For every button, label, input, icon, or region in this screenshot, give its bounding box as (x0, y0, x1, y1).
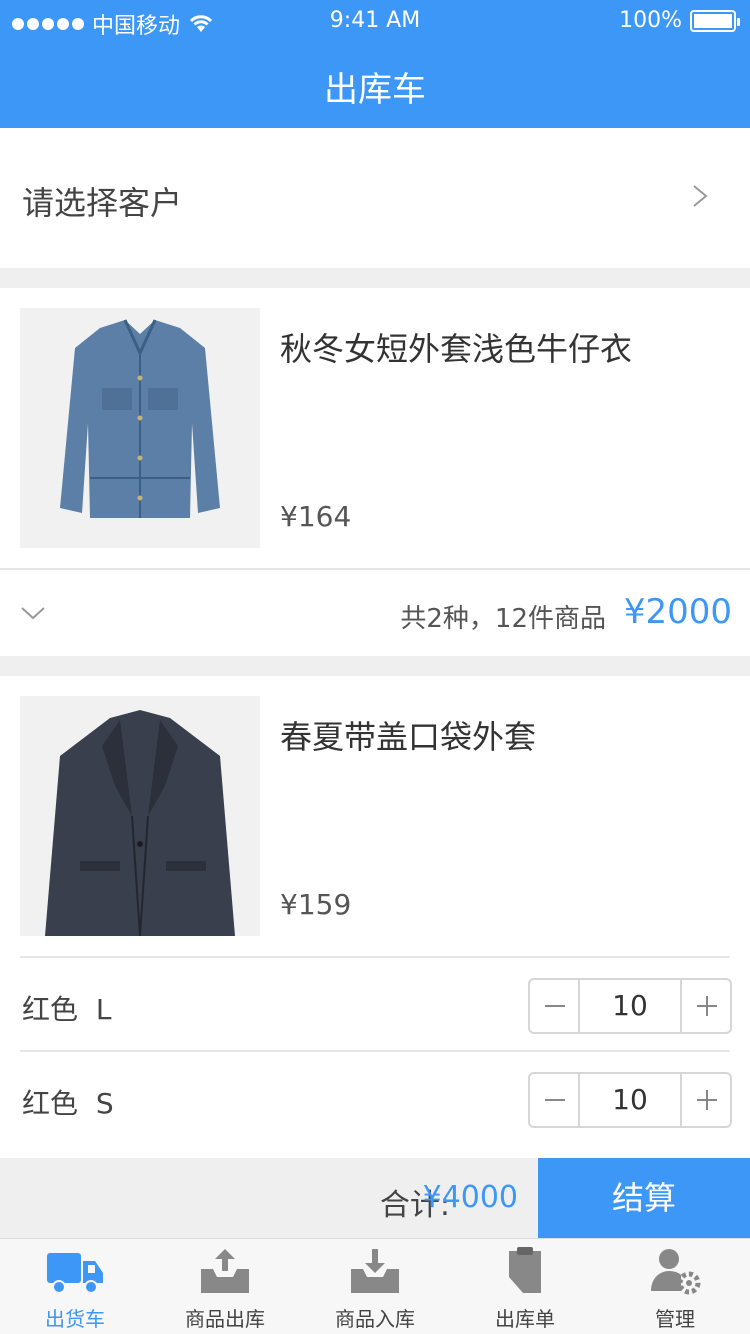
tab-label: 商品出库 (185, 1307, 265, 1331)
product-card: 春夏带盖口袋外套 ¥159 (0, 676, 750, 956)
variant-row: 红色 S 10 (0, 1050, 750, 1158)
variant-color: 红色 (22, 1087, 79, 1120)
tab-label: 出货车 (45, 1307, 105, 1331)
tab-label: 管理 (655, 1307, 695, 1331)
variant-color: 红色 (22, 993, 79, 1026)
product-price: ¥159 (280, 888, 352, 921)
tab-label: 出库单 (495, 1307, 555, 1331)
box-upload-icon (201, 1249, 249, 1293)
product-summary-row[interactable]: 共2种，12件商品 ¥2000 (0, 568, 750, 656)
plus-icon (697, 1090, 717, 1110)
variant-size: S (95, 1087, 114, 1120)
quantity-input[interactable]: 10 (580, 1074, 680, 1126)
quantity-stepper: 10 (528, 1072, 732, 1128)
checkout-button[interactable]: 结算 (538, 1158, 750, 1238)
variant-label: 红色 L (22, 988, 111, 1028)
page-title: 出库车 (324, 70, 426, 110)
status-bar: 中国移动 9:41 AM 100% (0, 0, 750, 44)
product-image-blazer (20, 696, 260, 937)
document-icon (509, 1247, 541, 1293)
battery-icon (690, 9, 740, 32)
variant-label: 红色 S (22, 1082, 114, 1122)
minus-icon (545, 1005, 565, 1007)
tab-bar: 出货车 商品出库 商品入库 出库单 管理 (0, 1238, 750, 1334)
total-amount: ¥4000 (422, 1180, 518, 1215)
variant-size: L (95, 993, 112, 1026)
product-price: ¥164 (280, 500, 352, 533)
decrease-button[interactable] (530, 980, 580, 1032)
plus-icon (697, 996, 717, 1016)
quantity-stepper: 10 (528, 978, 732, 1034)
user-settings-icon (651, 1249, 701, 1295)
truck-icon (47, 1253, 103, 1294)
tab-goods-outbound[interactable]: 商品出库 (150, 1239, 300, 1334)
increase-button[interactable] (680, 1074, 730, 1126)
battery-group: 100% (619, 8, 740, 33)
select-customer-row[interactable]: 请选择客户 (0, 128, 750, 268)
product-name: 春夏带盖口袋外套 (280, 718, 537, 756)
variant-row: 红色 L 10 (0, 956, 750, 1050)
product-name: 秋冬女短外套浅色牛仔衣 (280, 330, 633, 368)
battery-percent: 100% (619, 8, 682, 33)
app-header: 中国移动 9:41 AM 100% 出库车 (0, 0, 750, 128)
increase-button[interactable] (680, 980, 730, 1032)
select-customer-label: 请选择客户 (22, 184, 183, 222)
chevron-down-icon[interactable] (20, 600, 46, 626)
quantity-input[interactable]: 10 (580, 980, 680, 1032)
tab-manage[interactable]: 管理 (600, 1239, 750, 1334)
product-image-denim-jacket (20, 308, 260, 548)
tab-label: 商品入库 (335, 1307, 415, 1331)
minus-icon (545, 1099, 565, 1101)
summary-count: 共2种，12件商品 (400, 604, 606, 634)
decrease-button[interactable] (530, 1074, 580, 1126)
summary-amount: ¥2000 (623, 592, 732, 632)
total-bar: 合计: ¥4000 结算 (0, 1158, 750, 1238)
box-download-icon (351, 1249, 399, 1293)
tab-shipping-cart[interactable]: 出货车 (0, 1239, 150, 1334)
tab-outbound-orders[interactable]: 出库单 (450, 1239, 600, 1334)
product-card: 秋冬女短外套浅色牛仔衣 ¥164 共2种，12件商品 ¥2000 (0, 288, 750, 656)
tab-goods-inbound[interactable]: 商品入库 (300, 1239, 450, 1334)
chevron-right-icon (693, 185, 708, 207)
